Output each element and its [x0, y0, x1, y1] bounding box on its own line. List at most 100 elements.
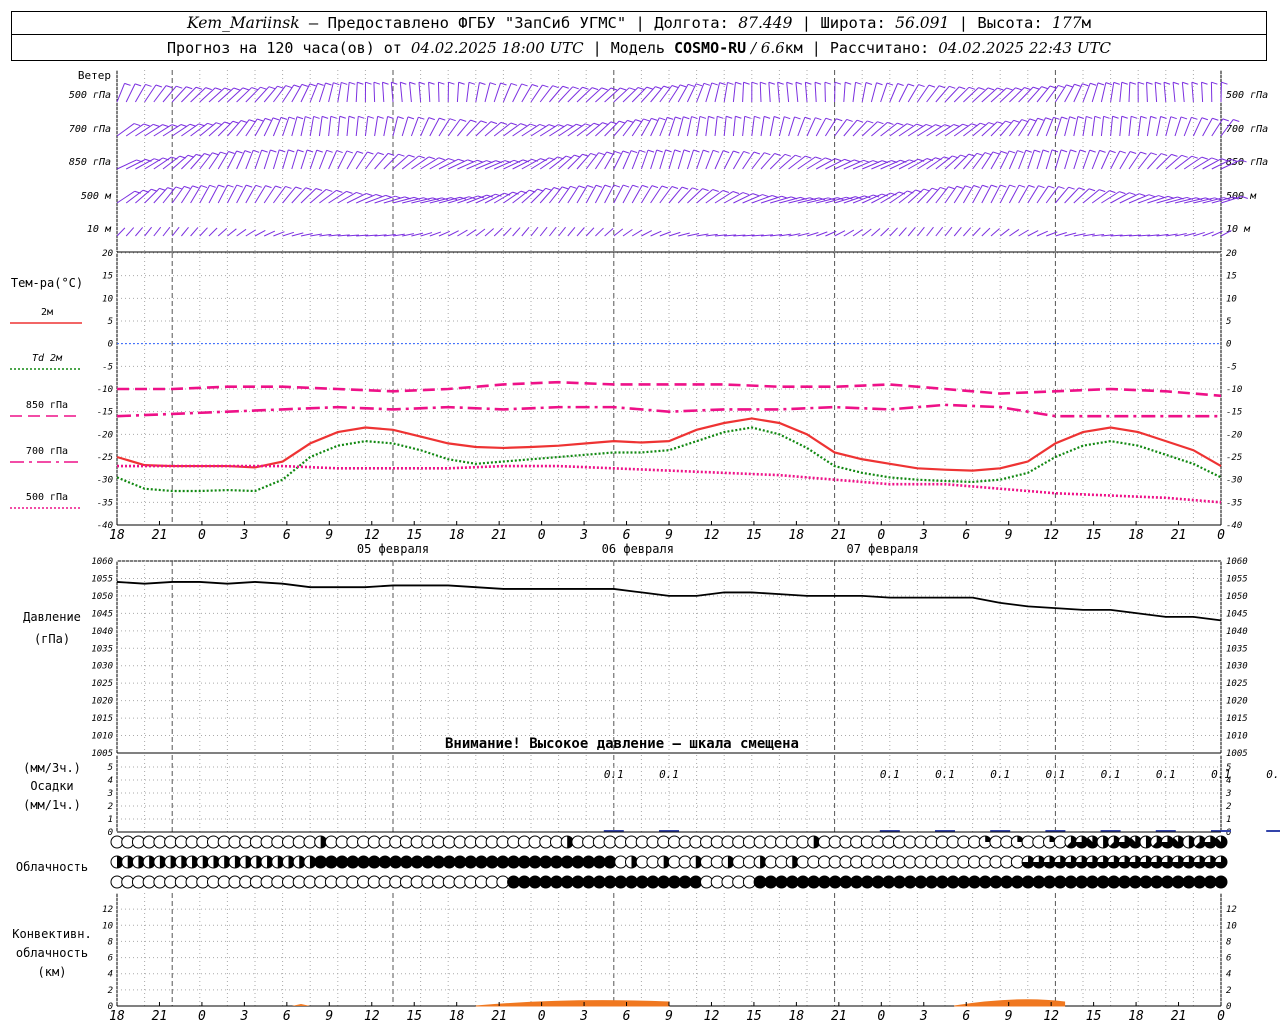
wind-barb-flag — [853, 159, 861, 163]
wind-barb — [631, 229, 643, 237]
wind-barb-flag — [531, 84, 539, 87]
wind-barb-flag — [931, 187, 939, 191]
wind-barb — [153, 124, 173, 137]
pressure-tick-label: 1030 — [1226, 662, 1248, 672]
precip-value-label: 0.1 — [1156, 768, 1176, 781]
wind-barb-flag — [918, 84, 925, 88]
wind-barb-flag — [1009, 184, 1016, 188]
cloud-symbol — [346, 875, 360, 889]
wind-barb — [1082, 83, 1091, 103]
wind-barb — [1174, 116, 1182, 137]
wind-barb-flag — [604, 184, 612, 188]
temp-legend-label: 700 гПа — [26, 446, 68, 457]
wind-barb-flag — [382, 81, 389, 85]
wind-barb — [907, 84, 920, 103]
cloud-symbol — [1000, 875, 1014, 889]
temp-tick-label: -10 — [97, 385, 113, 395]
wind-barb-flag — [1233, 119, 1240, 123]
wind-barb — [1027, 185, 1039, 204]
wind-barb — [428, 82, 431, 103]
wind-barb-flag — [510, 122, 517, 126]
temp-tick-label: -35 — [1226, 498, 1242, 508]
meteogram-chart: Ветер 500 гПа 500 гПа 700 гПа 700 гПа 850 гПа… — [10, 69, 1280, 1024]
wind-barb — [917, 124, 936, 137]
wind-barb-flag — [614, 150, 621, 154]
wind-barb-flag — [1130, 115, 1138, 119]
wind-barb — [1054, 149, 1062, 170]
wind-barb-flag — [253, 149, 260, 153]
wind-barb-flag — [1099, 189, 1106, 193]
cloud-symbol — [239, 875, 253, 889]
wind-barb-flag — [438, 157, 445, 161]
wind-barb — [953, 153, 970, 170]
precip-unit-bottom: (мм/1ч.) — [23, 798, 81, 812]
cloud-symbol — [281, 875, 295, 889]
cloud-symbol — [657, 835, 671, 849]
wind-barb — [208, 227, 218, 237]
wind-barb-flag — [1171, 153, 1178, 157]
wind-barb — [1100, 116, 1105, 137]
precip-tick-label: 4 — [108, 776, 113, 786]
calc-label: Рассчитано: — [829, 38, 939, 57]
wind-barb — [1036, 117, 1046, 137]
cloud-symbol — [174, 835, 188, 849]
wind-barb-flag — [1034, 149, 1041, 153]
cloud-symbol — [1000, 835, 1014, 849]
cloud-symbol — [871, 855, 885, 869]
cloud-symbol — [592, 855, 606, 869]
cloud-symbol — [378, 875, 392, 889]
wind-barb — [190, 227, 199, 237]
cloud-symbol — [367, 875, 381, 889]
wind-barb-flag — [285, 85, 292, 89]
cloud-symbol — [1139, 875, 1153, 889]
pressure-tick-label: 1025 — [1226, 679, 1248, 689]
wind-barb — [116, 159, 137, 170]
cloud-symbol — [989, 875, 1003, 889]
wind-barb-flag — [784, 116, 791, 120]
wind-barb — [263, 117, 274, 137]
cloud-symbol — [646, 875, 660, 889]
temp-tick-label: -10 — [1226, 385, 1242, 395]
wind-barb — [318, 116, 323, 137]
wind-barb — [843, 82, 846, 103]
cloud-symbol — [453, 835, 467, 849]
wind-barb-flag — [490, 121, 498, 125]
cloud-symbol — [539, 835, 553, 849]
header-sep: | — [802, 38, 830, 57]
wind-barb-flag — [1191, 81, 1198, 85]
cloud-symbol — [882, 835, 896, 849]
cloud-symbol — [592, 835, 606, 849]
wind-barb-flag — [763, 115, 771, 119]
wind-barb-flag — [1182, 81, 1189, 85]
wind-barb — [1008, 150, 1018, 170]
cloud-symbol — [1053, 875, 1067, 889]
conv-x-tick-label: 6 — [283, 1009, 291, 1024]
cloud-symbol — [624, 835, 638, 849]
conv-x-tick-label: 18 — [449, 1009, 465, 1024]
wind-barb — [272, 117, 282, 137]
wind-barb — [1119, 82, 1123, 103]
wind-barb-flag — [233, 87, 240, 91]
cloud-symbol — [603, 835, 617, 849]
wind-barb — [309, 116, 315, 137]
pressure-tick-label: 1010 — [91, 732, 113, 742]
wind-barb-flag — [572, 86, 579, 90]
wind-level-label: 500 гПа — [1226, 90, 1268, 101]
wind-barb — [291, 84, 303, 103]
temp-x-tick-label: 18 — [109, 528, 125, 543]
wind-barb — [972, 227, 981, 237]
wind-barb-flag — [1032, 86, 1040, 90]
wind-barb-flag — [777, 81, 784, 85]
conv-x-tick-label: 18 — [1128, 1009, 1144, 1024]
wind-barb-flag — [743, 81, 750, 85]
wind-barb-flag — [651, 117, 658, 121]
cloud-symbol — [817, 835, 831, 849]
wind-barb-flag — [1048, 185, 1055, 189]
wind-barb-flag — [1028, 184, 1035, 188]
wind-barb-flag — [467, 159, 474, 163]
wind-barb — [1202, 158, 1222, 170]
wind-barb — [852, 160, 874, 170]
wind-barb — [953, 227, 962, 237]
wind-barb-flag — [397, 116, 404, 120]
cloud-symbol — [764, 875, 778, 889]
